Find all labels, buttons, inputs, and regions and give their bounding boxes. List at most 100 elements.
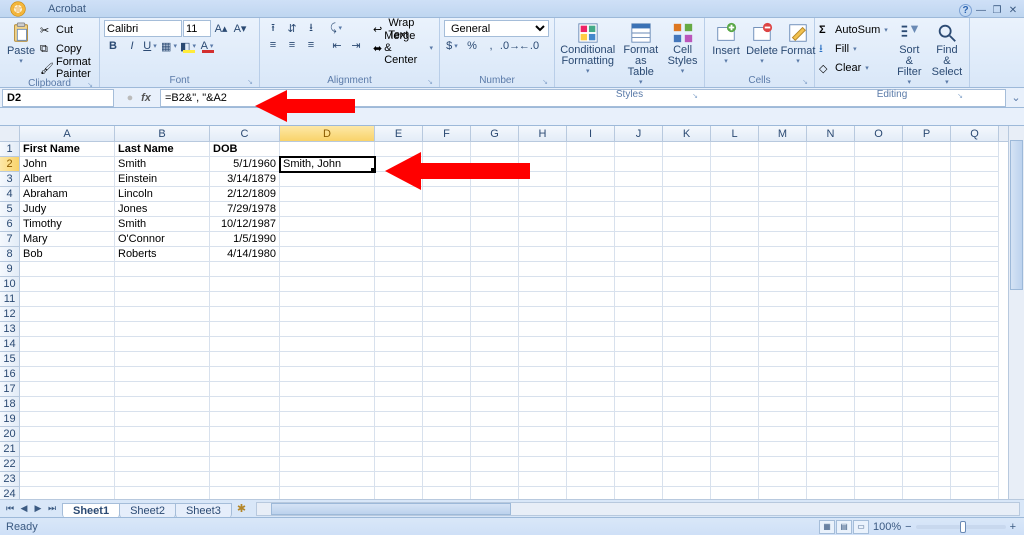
cell[interactable] (519, 397, 567, 412)
cell[interactable] (615, 397, 663, 412)
cell[interactable] (759, 262, 807, 277)
bold-button[interactable]: B (104, 38, 122, 54)
cell[interactable] (807, 322, 855, 337)
cell[interactable] (519, 352, 567, 367)
cell[interactable] (210, 307, 280, 322)
cell[interactable] (711, 187, 759, 202)
cancel-formula-icon[interactable]: ● (122, 92, 138, 104)
cell[interactable] (20, 262, 115, 277)
cell[interactable] (615, 337, 663, 352)
cell[interactable] (567, 367, 615, 382)
cell[interactable] (423, 412, 471, 427)
cell[interactable] (115, 412, 210, 427)
cell[interactable] (855, 262, 903, 277)
cell[interactable] (519, 232, 567, 247)
align-center-button[interactable]: ≡ (283, 37, 301, 53)
cell[interactable] (471, 397, 519, 412)
cell[interactable] (519, 427, 567, 442)
cell[interactable] (115, 367, 210, 382)
conditional-formatting-button[interactable]: Conditional Formatting▾ (559, 20, 616, 77)
cell[interactable] (567, 172, 615, 187)
merge-center-button[interactable]: ⬌Merge & Center▾ (373, 39, 435, 57)
cell[interactable] (615, 187, 663, 202)
column-header[interactable]: M (759, 126, 807, 141)
sheet-nav-prev-icon[interactable]: ◀ (18, 503, 30, 514)
cell[interactable] (423, 247, 471, 262)
row-header[interactable]: 16 (0, 367, 20, 382)
fill-color-button[interactable]: ◧▾ (180, 38, 198, 54)
sheet-nav-next-icon[interactable]: ▶ (32, 503, 44, 514)
cell[interactable] (567, 247, 615, 262)
cell[interactable] (280, 292, 375, 307)
cell[interactable] (663, 382, 711, 397)
cell[interactable] (903, 367, 951, 382)
cell[interactable] (280, 247, 375, 262)
vertical-scrollbar[interactable] (1008, 126, 1024, 499)
cell[interactable] (615, 202, 663, 217)
comma-button[interactable]: , (482, 38, 500, 54)
page-break-view-icon[interactable]: ▭ (853, 520, 869, 534)
cell[interactable]: Einstein (115, 172, 210, 187)
cell[interactable] (375, 247, 423, 262)
delete-cells-button[interactable]: Delete▾ (745, 20, 779, 67)
cell[interactable] (855, 412, 903, 427)
cell[interactable] (20, 277, 115, 292)
cell[interactable] (471, 262, 519, 277)
cell[interactable] (567, 292, 615, 307)
column-header[interactable]: N (807, 126, 855, 141)
align-bottom-button[interactable]: ⭳ (302, 20, 320, 36)
cell[interactable] (615, 382, 663, 397)
row-header[interactable]: 13 (0, 322, 20, 337)
cell[interactable] (115, 397, 210, 412)
cell[interactable] (855, 352, 903, 367)
decrease-indent-button[interactable]: ⇤ (328, 37, 346, 53)
cell[interactable] (855, 367, 903, 382)
cell[interactable] (951, 307, 999, 322)
cell[interactable] (807, 142, 855, 157)
cell[interactable] (759, 382, 807, 397)
cell[interactable] (663, 187, 711, 202)
cell[interactable] (375, 397, 423, 412)
cell[interactable]: 5/1/1960 (210, 157, 280, 172)
cell[interactable] (951, 202, 999, 217)
cell[interactable] (519, 292, 567, 307)
cell[interactable] (280, 142, 375, 157)
autosum-button[interactable]: ΣAutoSum▾ (819, 21, 890, 39)
cell[interactable] (855, 472, 903, 487)
cell[interactable] (519, 442, 567, 457)
cell[interactable]: Smith, John (280, 157, 375, 172)
cut-button[interactable]: ✂Cut (40, 21, 95, 39)
cell[interactable] (20, 472, 115, 487)
cell[interactable] (759, 142, 807, 157)
cell[interactable] (807, 412, 855, 427)
cell[interactable] (210, 352, 280, 367)
cell[interactable] (615, 457, 663, 472)
cell[interactable]: 10/12/1987 (210, 217, 280, 232)
column-header[interactable]: O (855, 126, 903, 141)
cell[interactable] (807, 457, 855, 472)
cell[interactable] (20, 457, 115, 472)
cell[interactable] (375, 277, 423, 292)
cell[interactable] (951, 472, 999, 487)
cell[interactable] (519, 457, 567, 472)
cell[interactable] (519, 472, 567, 487)
row-header[interactable]: 19 (0, 412, 20, 427)
cell[interactable] (567, 382, 615, 397)
cell[interactable] (375, 337, 423, 352)
close-icon[interactable]: ✕ (1006, 5, 1020, 17)
cell[interactable] (567, 202, 615, 217)
cell[interactable] (759, 322, 807, 337)
cell[interactable] (663, 457, 711, 472)
cell[interactable] (807, 172, 855, 187)
column-header[interactable]: H (519, 126, 567, 141)
cell[interactable] (951, 367, 999, 382)
cell[interactable] (903, 427, 951, 442)
row-header[interactable]: 9 (0, 262, 20, 277)
cell[interactable] (471, 412, 519, 427)
align-left-button[interactable]: ≡ (264, 37, 282, 53)
cell[interactable] (663, 142, 711, 157)
cell[interactable] (615, 262, 663, 277)
cell[interactable] (903, 397, 951, 412)
cell[interactable] (663, 367, 711, 382)
italic-button[interactable]: I (123, 38, 141, 54)
